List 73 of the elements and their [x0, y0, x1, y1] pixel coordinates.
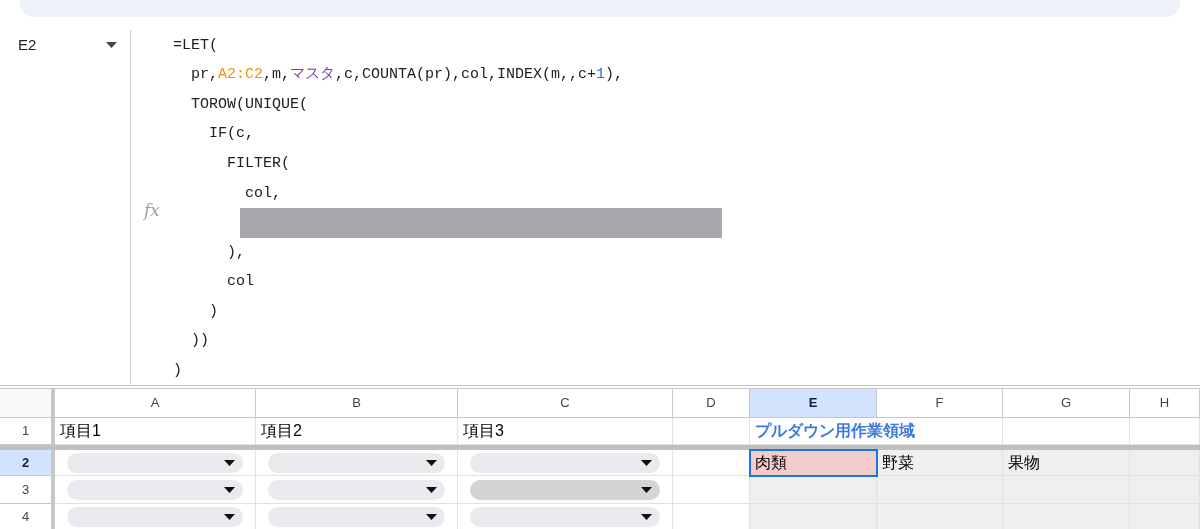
dropdown-chip[interactable]: [268, 452, 445, 473]
table-cell[interactable]: プルダウン用作業領域: [750, 418, 1003, 445]
formula-line: pr,A2:C2,m,マスタ,c,COUNTA(pr),col,INDEX(m,,c+1),: [191, 65, 624, 86]
cell-text: 果物: [1007, 452, 1041, 473]
table-cell[interactable]: 野菜: [877, 450, 1003, 476]
caret-icon: [224, 459, 235, 466]
column-header[interactable]: E: [750, 389, 877, 418]
row-header[interactable]: 2: [0, 450, 55, 476]
column-header[interactable]: G: [1003, 389, 1130, 418]
formula-line: )): [191, 331, 209, 352]
row-header[interactable]: 1: [0, 418, 55, 445]
dropdown-chip[interactable]: [268, 479, 445, 500]
formula-line: FILTER(: [227, 153, 290, 174]
column-header[interactable]: A: [55, 389, 256, 418]
formula-line: ): [173, 361, 182, 382]
column-header[interactable]: B: [256, 389, 458, 418]
table-cell[interactable]: 項目3: [458, 418, 673, 445]
table-cell[interactable]: [750, 504, 877, 529]
table-cell[interactable]: [673, 450, 750, 476]
table-cell[interactable]: 果物: [1003, 450, 1130, 476]
fx-label: fx: [144, 198, 160, 222]
caret-icon: [641, 486, 652, 493]
column-header[interactable]: C: [458, 389, 673, 418]
caret-icon: [426, 459, 437, 466]
dropdown-chip[interactable]: [67, 506, 243, 527]
row-header[interactable]: 3: [0, 476, 55, 504]
caret-icon: [224, 513, 235, 520]
cell-text: 野菜: [881, 452, 915, 473]
dropdown-chip[interactable]: [67, 479, 243, 500]
table-cell[interactable]: [1003, 418, 1130, 445]
dropdown-chip[interactable]: [470, 452, 660, 473]
table-cell[interactable]: [458, 476, 673, 504]
caret-icon[interactable]: [106, 42, 117, 48]
name-box[interactable]: E2: [18, 34, 106, 56]
cell-text: 肉類: [754, 452, 788, 473]
formula-line: ),: [227, 242, 245, 263]
table-cell[interactable]: [750, 476, 877, 504]
cell-text: 項目3: [462, 421, 505, 441]
table-cell[interactable]: [1130, 450, 1200, 476]
dropdown-chip[interactable]: [67, 452, 243, 473]
formula-line: IF(c,: [209, 124, 254, 145]
table-cell[interactable]: [1130, 418, 1200, 445]
formula-line: col,: [245, 183, 281, 204]
caret-icon: [426, 513, 437, 520]
table-cell[interactable]: [55, 450, 256, 476]
section-title: プルダウン用作業領域: [754, 421, 916, 441]
table-cell[interactable]: 肉類: [750, 450, 877, 476]
column-header[interactable]: F: [877, 389, 1003, 418]
cell-text: 項目1: [59, 421, 102, 441]
table-cell[interactable]: 項目2: [256, 418, 458, 445]
formula-line: col: [227, 272, 254, 293]
table-cell[interactable]: [877, 476, 1003, 504]
formula-line: =LET(: [173, 35, 218, 56]
table-cell[interactable]: [256, 450, 458, 476]
caret-icon: [641, 459, 652, 466]
table-cell[interactable]: [673, 476, 750, 504]
table-cell[interactable]: [256, 476, 458, 504]
table-cell[interactable]: [55, 476, 256, 504]
column-header[interactable]: H: [1130, 389, 1200, 418]
caret-icon: [224, 486, 235, 493]
table-cell[interactable]: 項目1: [55, 418, 256, 445]
formula-line: ): [209, 301, 218, 322]
caret-icon: [641, 513, 652, 520]
select-all-corner[interactable]: [0, 389, 55, 418]
caret-icon: [426, 486, 437, 493]
dropdown-chip[interactable]: [268, 506, 445, 527]
formula-line: TOROW(UNIQUE(: [191, 94, 309, 115]
table-cell[interactable]: [673, 418, 750, 445]
dropdown-chip[interactable]: [470, 506, 660, 527]
table-cell[interactable]: [458, 450, 673, 476]
column-header[interactable]: D: [673, 389, 750, 418]
dropdown-chip[interactable]: [470, 479, 660, 500]
cell-text: 項目2: [260, 421, 303, 441]
